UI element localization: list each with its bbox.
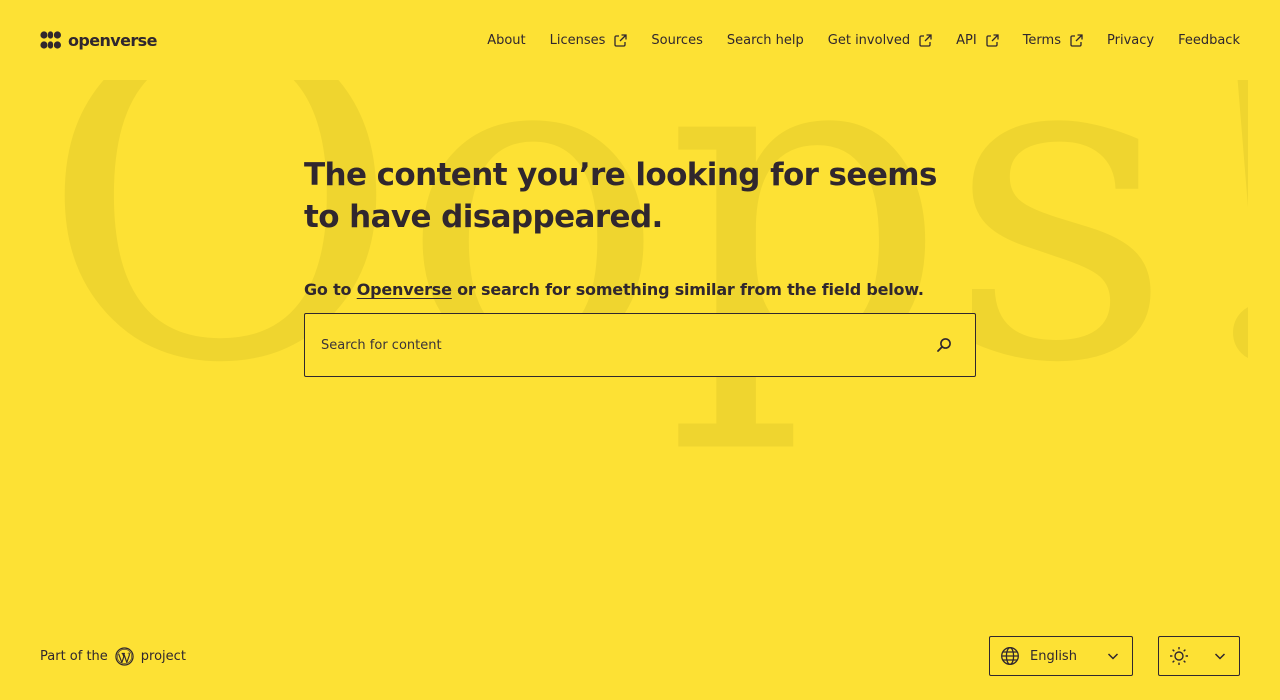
nav-sources[interactable]: Sources <box>651 33 702 48</box>
nav-label: Search help <box>726 32 804 48</box>
nav-label: Get involved <box>827 32 911 48</box>
nav-licenses[interactable]: Licenses <box>550 33 628 48</box>
openverse-home-link[interactable]: Openverse <box>357 280 452 299</box>
nav-label: Feedback <box>1178 32 1240 48</box>
nav-label: Licenses <box>549 32 606 48</box>
nav-search-help[interactable]: Search help <box>727 33 804 48</box>
openverse-logo[interactable]: openverse <box>40 30 157 50</box>
search-bar <box>304 313 976 377</box>
error-content: The content you’re looking for seems to … <box>304 154 976 377</box>
sun-icon <box>1170 647 1188 665</box>
wordpress-icon[interactable] <box>115 646 134 666</box>
external-link-icon <box>1070 33 1083 47</box>
subline-suffix: or search for something similar from the… <box>451 280 924 299</box>
header: openverse About Licenses Sources Search … <box>0 0 1280 80</box>
page: Oops! openverse About Licenses Sources S… <box>0 0 1280 700</box>
nav-privacy[interactable]: Privacy <box>1107 33 1154 48</box>
external-link-icon <box>986 33 999 47</box>
nav-label: Terms <box>1022 32 1061 48</box>
theme-select[interactable] <box>1158 636 1240 676</box>
search-button[interactable] <box>929 330 959 360</box>
error-subline: Go to Openverse or search for something … <box>304 278 976 302</box>
footer-controls: English <box>989 636 1240 676</box>
nav-get-involved[interactable]: Get involved <box>828 33 932 48</box>
main-nav: About Licenses Sources Search help Get i… <box>487 33 1240 48</box>
logo-wordmark: openverse <box>68 30 157 50</box>
nav-api[interactable]: API <box>956 33 999 48</box>
part-of-label: Part of the <box>40 648 108 664</box>
nav-label: API <box>956 32 977 48</box>
search-input[interactable] <box>321 325 929 365</box>
subline-prefix: Go to <box>304 280 357 299</box>
chevron-down-icon <box>1107 653 1119 660</box>
chevron-down-icon <box>1214 653 1226 660</box>
openverse-logo-icon <box>40 31 61 49</box>
footer: Part of the project English <box>0 636 1280 676</box>
nav-label: About <box>487 32 526 48</box>
globe-icon <box>1001 647 1019 665</box>
wordpress-attribution: Part of the project <box>40 646 186 666</box>
nav-label: Privacy <box>1107 32 1155 48</box>
external-link-icon <box>614 33 628 47</box>
nav-label: Sources <box>651 32 703 48</box>
external-link-icon <box>919 33 932 47</box>
nav-about[interactable]: About <box>487 33 525 48</box>
search-icon <box>937 338 951 352</box>
language-select[interactable]: English <box>989 636 1133 676</box>
nav-feedback[interactable]: Feedback <box>1178 33 1240 48</box>
language-value: English <box>1030 648 1077 664</box>
project-label: project <box>140 648 186 664</box>
nav-terms[interactable]: Terms <box>1023 33 1083 48</box>
error-headline: The content you’re looking for seems to … <box>304 157 937 235</box>
